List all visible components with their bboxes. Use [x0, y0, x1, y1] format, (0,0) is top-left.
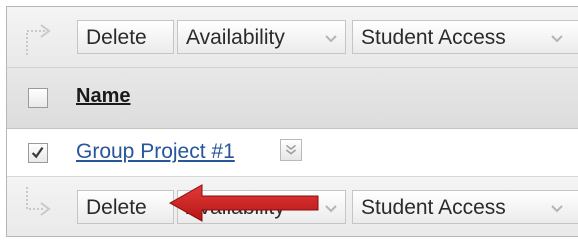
student-access-button-label: Student Access	[361, 26, 506, 49]
availability-button[interactable]: Availability	[177, 190, 346, 224]
student-access-button[interactable]: Student Access	[352, 190, 578, 224]
bottom-action-bar: Delete Availability Student Access	[7, 176, 578, 236]
checkmark-icon	[31, 146, 44, 159]
student-access-button[interactable]: Student Access	[352, 20, 578, 54]
delete-button[interactable]: Delete	[77, 20, 174, 54]
bulk-action-arrow-icon	[26, 24, 51, 55]
group-name-link[interactable]: Group Project #1	[76, 140, 235, 164]
chevron-down-icon	[551, 205, 563, 213]
availability-button-label: Availability	[186, 196, 285, 219]
double-chevron-down-icon	[286, 144, 296, 155]
row-checkbox[interactable]	[28, 143, 48, 163]
table-row: Group Project #1	[7, 129, 578, 176]
student-access-button-label: Student Access	[361, 196, 506, 219]
chevron-down-icon	[551, 35, 563, 43]
availability-button-label: Availability	[186, 26, 285, 49]
item-options-menu[interactable]	[280, 139, 302, 161]
delete-button-label: Delete	[86, 26, 147, 49]
delete-button[interactable]: Delete	[77, 190, 174, 224]
chevron-down-icon	[325, 205, 337, 213]
top-action-bar: Delete Availability Student Access	[7, 7, 578, 68]
table-header-row: Name	[7, 68, 578, 129]
bulk-action-arrow-icon	[26, 187, 51, 216]
delete-button-label: Delete	[86, 196, 147, 219]
select-all-checkbox[interactable]	[28, 88, 48, 108]
name-column-header[interactable]: Name	[76, 85, 130, 108]
groups-list-frame: Delete Availability Student Access Name …	[6, 6, 578, 237]
chevron-down-icon	[325, 35, 337, 43]
availability-button[interactable]: Availability	[177, 20, 346, 54]
